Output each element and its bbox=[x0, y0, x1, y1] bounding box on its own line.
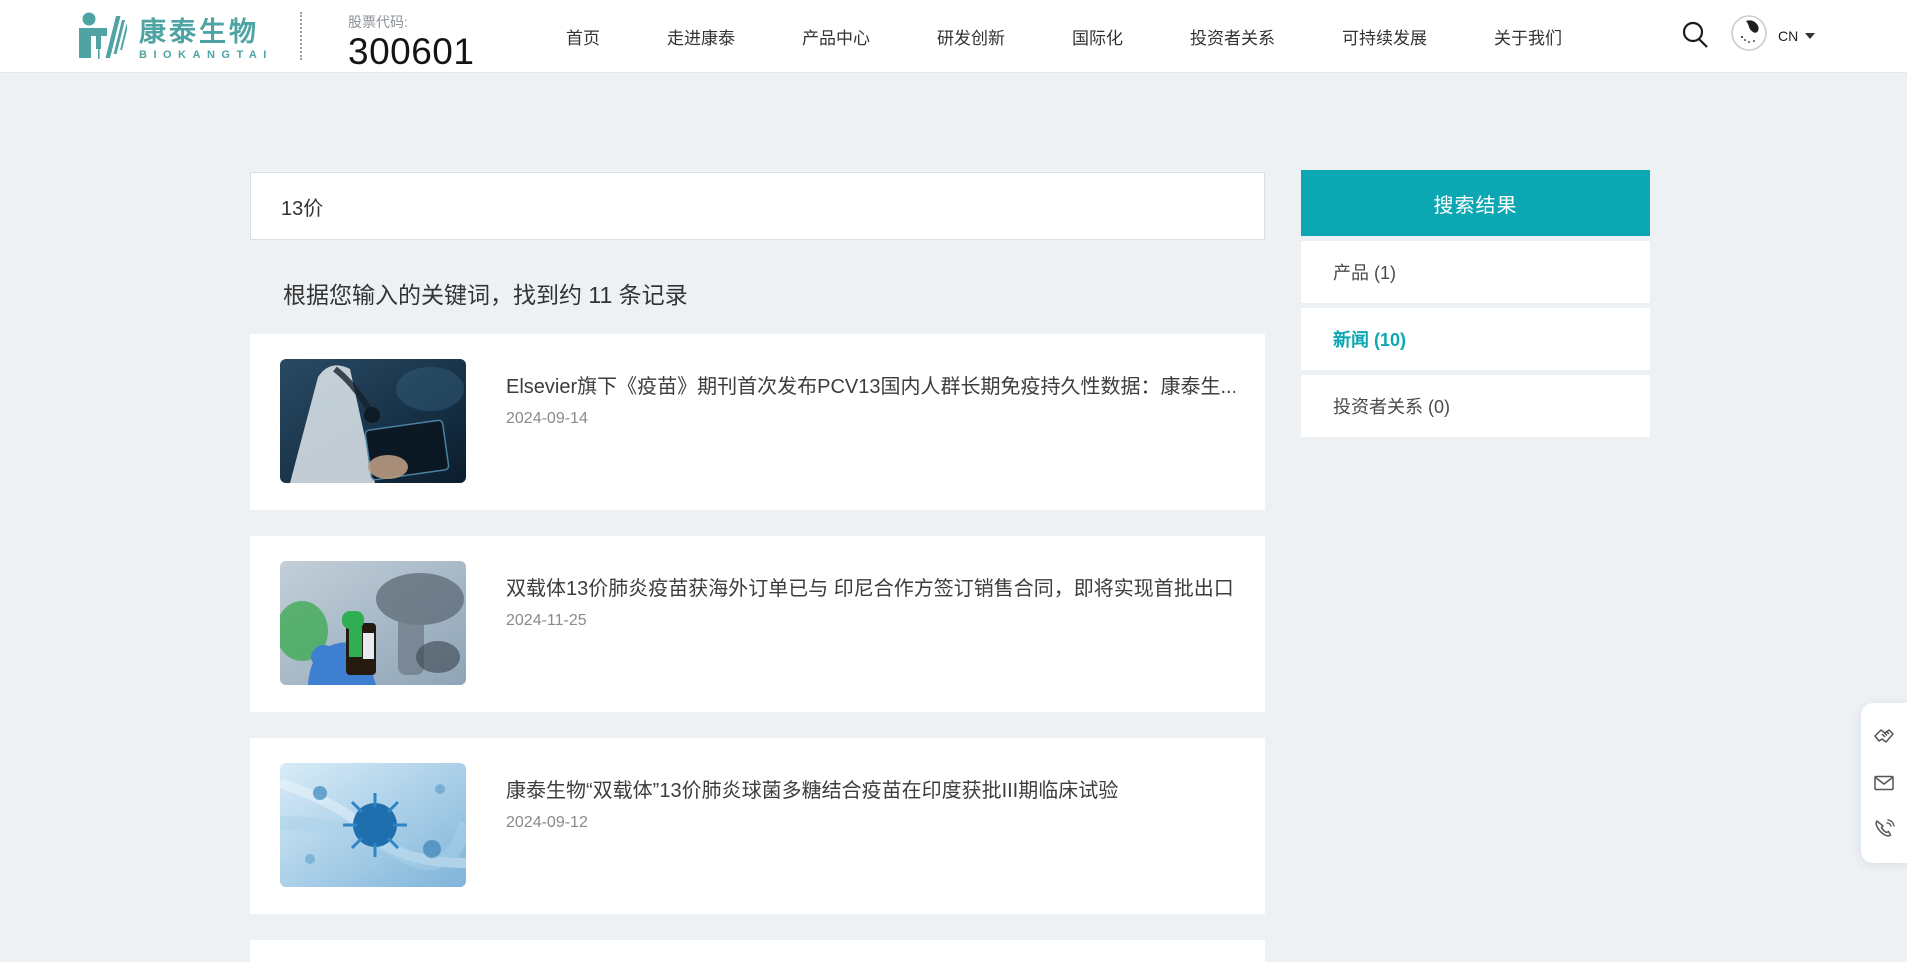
search-box bbox=[250, 172, 1265, 240]
result-card-partial[interactable] bbox=[250, 940, 1265, 962]
search-input[interactable] bbox=[251, 173, 1264, 239]
result-card[interactable]: 康泰生物“双载体”13价肺炎球菌多糖结合疫苗在印度获批III期临床试验 2024… bbox=[250, 738, 1265, 914]
stock-code-block: 股票代码: 300601 bbox=[348, 12, 474, 72]
result-thumbnail-doctor-tablet[interactable] bbox=[280, 359, 466, 483]
result-title[interactable]: 康泰生物“双载体”13价肺炎球菌多糖结合疫苗在印度获批III期临床试验 bbox=[506, 778, 1235, 805]
sidebar-title: 搜索结果 bbox=[1301, 170, 1650, 236]
header: 康泰生物 BIOKANGTAI 股票代码: 300601 首页 走进康泰 产品中… bbox=[0, 0, 1907, 73]
stock-code-value: 300601 bbox=[348, 32, 474, 72]
results-summary: 根据您输入的关键词，找到约 11 条记录 bbox=[283, 276, 688, 310]
result-thumbnail-blue-cells[interactable] bbox=[280, 763, 466, 887]
nav-item-international[interactable]: 国际化 bbox=[1072, 24, 1123, 49]
header-divider bbox=[300, 12, 302, 60]
mail-icon[interactable] bbox=[1872, 771, 1896, 795]
nav-item-investor-relations[interactable]: 投资者关系 bbox=[1190, 24, 1275, 49]
language-code: CN bbox=[1778, 28, 1798, 44]
nav-item-products[interactable]: 产品中心 bbox=[802, 24, 870, 49]
result-title[interactable]: Elsevier旗下《疫苗》期刊首次发布PCV13国内人群长期免疫持久性数据：康… bbox=[506, 374, 1235, 401]
logo-mark-icon bbox=[77, 12, 127, 65]
nav-item-about-kangtai[interactable]: 走进康泰 bbox=[667, 24, 735, 49]
page: 康泰生物 BIOKANGTAI 股票代码: 300601 首页 走进康泰 产品中… bbox=[0, 0, 1907, 962]
sidebar-category-investor-relations[interactable]: 投资者关系 (0) bbox=[1301, 375, 1650, 437]
logo-name-cn: 康泰生物 bbox=[139, 17, 273, 47]
caret-down-icon bbox=[1805, 33, 1815, 39]
result-text-block: Elsevier旗下《疫苗》期刊首次发布PCV13国内人群长期免疫持久性数据：康… bbox=[506, 374, 1235, 428]
globe-icon bbox=[1730, 14, 1768, 57]
language-switcher[interactable]: CN bbox=[1730, 14, 1815, 57]
logo[interactable]: 康泰生物 BIOKANGTAI bbox=[77, 12, 273, 65]
stock-code-label: 股票代码: bbox=[348, 12, 474, 32]
logo-name-en: BIOKANGTAI bbox=[139, 49, 273, 61]
main-nav: 首页 走进康泰 产品中心 研发创新 国际化 投资者关系 可持续发展 关于我们 bbox=[566, 0, 1562, 73]
nav-item-rnd[interactable]: 研发创新 bbox=[937, 24, 1005, 49]
result-date: 2024-11-25 bbox=[506, 612, 1235, 630]
handshake-icon[interactable] bbox=[1872, 725, 1896, 749]
result-text-block: 双载体13价肺炎疫苗获海外订单已与 印尼合作方签订销售合同，即将实现首批出口 2… bbox=[506, 576, 1235, 630]
result-thumbnail-vaccine-vial[interactable] bbox=[280, 561, 466, 685]
sidebar-category-products[interactable]: 产品 (1) bbox=[1301, 241, 1650, 303]
sidebar-category-news[interactable]: 新闻 (10) bbox=[1301, 308, 1650, 370]
search-icon[interactable] bbox=[1679, 19, 1711, 51]
phone-icon[interactable] bbox=[1872, 817, 1896, 841]
logo-text: 康泰生物 BIOKANGTAI bbox=[139, 17, 273, 61]
nav-item-about-us[interactable]: 关于我们 bbox=[1494, 24, 1562, 49]
floating-contact-panel bbox=[1861, 703, 1907, 863]
result-title[interactable]: 双载体13价肺炎疫苗获海外订单已与 印尼合作方签订销售合同，即将实现首批出口 bbox=[506, 576, 1235, 603]
nav-item-home[interactable]: 首页 bbox=[566, 24, 600, 49]
search-results-sidebar: 搜索结果 产品 (1) 新闻 (10) 投资者关系 (0) bbox=[1301, 170, 1650, 437]
nav-item-sustainability[interactable]: 可持续发展 bbox=[1342, 24, 1427, 49]
result-card[interactable]: Elsevier旗下《疫苗》期刊首次发布PCV13国内人群长期免疫持久性数据：康… bbox=[250, 334, 1265, 510]
result-date: 2024-09-14 bbox=[506, 410, 1235, 428]
result-card[interactable]: 双载体13价肺炎疫苗获海外订单已与 印尼合作方签订销售合同，即将实现首批出口 2… bbox=[250, 536, 1265, 712]
result-text-block: 康泰生物“双载体”13价肺炎球菌多糖结合疫苗在印度获批III期临床试验 2024… bbox=[506, 778, 1235, 832]
result-date: 2024-09-12 bbox=[506, 814, 1235, 832]
